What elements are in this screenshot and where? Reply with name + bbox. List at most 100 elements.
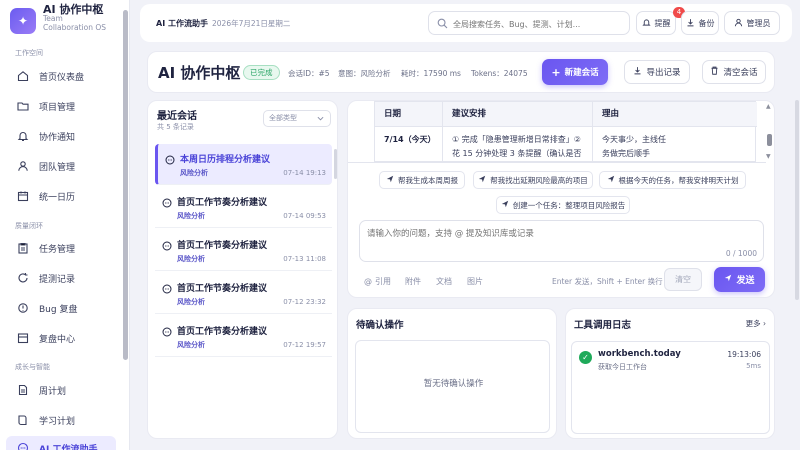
session-list-item[interactable]: 首页工作节奏分析建议 风险分析 07-12 19:57	[155, 316, 332, 357]
chevron-right-icon: ›	[763, 319, 766, 328]
search-input[interactable]	[453, 16, 623, 32]
export-button[interactable]: 导出记录	[624, 60, 690, 84]
scroll-down-icon[interactable]: ▼	[766, 153, 771, 160]
clear-input-label: 清空	[675, 275, 691, 284]
sidebar-item-ai-assistant[interactable]: AI 工作流助手	[6, 436, 116, 450]
session-time: 07-12 19:57	[283, 341, 326, 349]
book-icon	[17, 414, 29, 426]
clipboard-icon	[17, 242, 29, 254]
home-icon	[17, 70, 29, 82]
cite-tool[interactable]: @ 引用	[364, 276, 391, 287]
page-scrollbar[interactable]	[795, 100, 799, 300]
sidebar-item-team[interactable]: 团队管理	[6, 154, 116, 178]
clear-session-label: 清空会话	[723, 68, 758, 78]
quick-prompt-chip[interactable]: 根据今天的任务，帮我安排明天计划	[599, 171, 746, 189]
tool-label: 附件	[405, 277, 421, 286]
session-list-item[interactable]: 首页工作节奏分析建议 风险分析 07-14 09:53	[155, 187, 332, 228]
quick-prompt-chip[interactable]: 创建一个任务：整理项目风险报告	[496, 196, 630, 214]
chat-scrollbar[interactable]	[767, 134, 772, 146]
sidebar-item-notifications[interactable]: 协作通知	[6, 124, 116, 148]
calendar-icon	[17, 190, 29, 202]
pending-empty-text: 暂无待确认操作	[423, 379, 484, 389]
session-list-scrollbar[interactable]	[334, 149, 337, 179]
sidebar-scrollbar[interactable]	[123, 10, 128, 360]
sidebar-item-test-records[interactable]: 提测记录	[6, 266, 116, 290]
download-icon	[686, 18, 695, 29]
session-intent: 意图：风险分析	[338, 69, 391, 78]
message-input-box[interactable]: 0 / 1000	[359, 220, 764, 262]
tool-duration: 5ms	[746, 362, 761, 370]
tool-time: 19:13:06	[727, 350, 761, 359]
sidebar-section-workspace: 工作空间	[15, 49, 43, 57]
send-icon	[501, 200, 509, 210]
session-time: 07-12 23:32	[283, 298, 326, 306]
char-counter: 0 / 1000	[725, 249, 757, 258]
tool-label: 文档	[436, 277, 452, 286]
chip-label: 帮我找出延期风险最高的项目	[490, 175, 588, 185]
tool-label: 图片	[467, 277, 483, 286]
download-icon	[633, 66, 642, 78]
send-icon	[607, 175, 615, 185]
session-tag: 风险分析	[177, 298, 205, 306]
refresh-icon	[17, 272, 29, 284]
quick-prompt-chip[interactable]: 帮我生成本周周报	[379, 171, 465, 189]
chip-label: 帮我生成本周周报	[398, 175, 458, 185]
at-icon: @	[364, 277, 372, 286]
global-search[interactable]	[428, 11, 630, 35]
clear-input-button[interactable]: 清空	[664, 268, 702, 291]
new-session-button[interactable]: + 新建会话	[542, 59, 608, 85]
session-list-item[interactable]: 本周日历排程分析建议 风险分析 07-14 19:13	[155, 144, 332, 185]
brand-subtitle: Team Collaboration OS	[43, 14, 107, 32]
quick-prompt-chip[interactable]: 帮我找出延期风险最高的项目	[473, 171, 593, 189]
sidebar-item-projects[interactable]: 项目管理	[6, 94, 116, 118]
sidebar: ✦ AI 协作中枢 Team Collaboration OS 工作空间 首页仪…	[0, 0, 130, 450]
pending-empty-box: 暂无待确认操作	[355, 340, 550, 433]
table-header: 理由	[593, 102, 757, 127]
more-link[interactable]: 更多 ›	[746, 318, 766, 329]
recent-sessions-title: 最近会话	[157, 111, 197, 122]
bell-icon	[17, 130, 29, 142]
sidebar-item-weekly-plan[interactable]: 周计划	[6, 378, 116, 402]
keyboard-hint: Enter 发送，Shift + Enter 换行	[552, 277, 663, 286]
table-cell: 今天事少，主线任务做完后顺手	[602, 135, 666, 158]
sidebar-item-dashboard[interactable]: 首页仪表盘	[6, 64, 116, 88]
sidebar-item-calendar[interactable]: 统一日历	[6, 184, 116, 208]
folder-icon	[17, 100, 29, 112]
sidebar-item-label: 复盘中心	[39, 334, 76, 345]
sidebar-item-bug-review[interactable]: Bug 复盘	[6, 296, 116, 320]
sidebar-item-study-plan[interactable]: 学习计划	[6, 408, 116, 432]
user-icon	[734, 18, 743, 29]
tool-log-entry[interactable]: ✓ workbench.today 获取今日工作台 19:13:06 5ms	[571, 341, 770, 434]
tool-label: 引用	[375, 277, 391, 286]
session-duration: 耗时：17590 ms	[401, 69, 461, 78]
image-tool[interactable]: 图片	[467, 276, 483, 287]
app-logo: ✦	[10, 8, 36, 34]
session-title: 首页工作节奏分析建议	[177, 198, 268, 208]
sidebar-item-tasks[interactable]: 任务管理	[6, 236, 116, 260]
tool-description: 获取今日工作台	[598, 363, 647, 371]
plus-icon: +	[551, 65, 561, 79]
send-button[interactable]: 发送	[714, 267, 765, 292]
remind-button[interactable]: 提醒	[636, 11, 676, 35]
suggestion-table: 日期 建议安排 理由 7/14（今天） ① 完成「隐患管理新增日常排查」② 花 …	[374, 101, 757, 163]
session-list-item[interactable]: 首页工作节奏分析建议 风险分析 07-13 11:08	[155, 230, 332, 271]
sidebar-item-label: 协作通知	[39, 132, 76, 143]
chip-label: 创建一个任务：整理项目风险报告	[512, 200, 626, 210]
scroll-up-icon[interactable]: ▲	[766, 103, 771, 110]
attachment-tool[interactable]: 附件	[405, 276, 421, 287]
sidebar-item-review-center[interactable]: 复盘中心	[6, 326, 116, 350]
admin-button[interactable]: 管理员	[724, 11, 780, 35]
message-input[interactable]	[367, 227, 757, 245]
admin-label: 管理员	[746, 18, 771, 28]
sidebar-item-label: Bug 复盘	[39, 304, 78, 315]
session-list-item[interactable]: 首页工作节奏分析建议 风险分析 07-12 23:32	[155, 273, 332, 314]
type-filter-select[interactable]: 全部类型	[263, 110, 331, 127]
remind-label: 提醒	[654, 18, 671, 28]
clear-session-button[interactable]: 清空会话	[702, 60, 766, 84]
search-icon	[437, 18, 448, 32]
chat-bubble-icon	[162, 284, 172, 297]
document-tool[interactable]: 文档	[436, 276, 452, 287]
session-time: 07-14 09:53	[283, 212, 326, 220]
backup-button[interactable]: 备份	[681, 11, 719, 35]
session-tokens: Tokens：24075	[471, 69, 528, 78]
